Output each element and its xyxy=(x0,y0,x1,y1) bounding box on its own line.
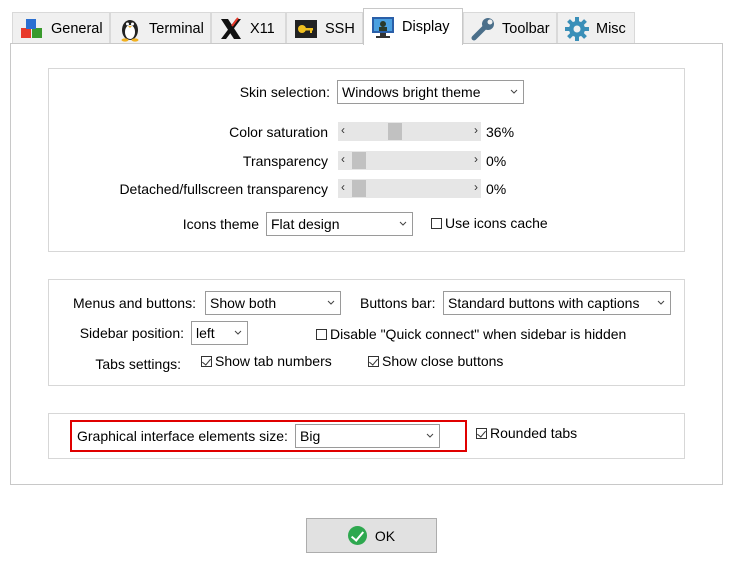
chevron-left-icon[interactable]: ‹ xyxy=(341,123,345,137)
slider-thumb[interactable] xyxy=(388,123,403,140)
color-saturation-slider[interactable]: ‹ › xyxy=(338,122,481,141)
ssh-key-icon xyxy=(295,19,317,38)
terminal-penguin-icon xyxy=(121,19,139,42)
chevron-down-icon xyxy=(510,89,518,94)
show-tab-numbers-label: Show tab numbers xyxy=(215,353,332,369)
buttons-bar-value: Standard buttons with captions xyxy=(448,295,640,311)
chevron-left-icon[interactable]: ‹ xyxy=(341,152,345,166)
ok-button-label: OK xyxy=(374,527,396,544)
tab-display[interactable]: Display xyxy=(363,8,463,45)
tab-label: Misc xyxy=(596,20,626,37)
checkbox-box[interactable] xyxy=(476,427,487,439)
rounded-tabs-label: Rounded tabs xyxy=(490,425,578,441)
tab-misc[interactable]: Misc xyxy=(557,12,635,44)
checkbox-box[interactable] xyxy=(316,328,327,340)
transparency-slider[interactable]: ‹ › xyxy=(338,151,481,170)
chevron-right-icon[interactable]: › xyxy=(474,180,478,194)
x11-icon xyxy=(221,16,241,39)
display-monitor-icon xyxy=(372,17,394,38)
detached-transparency-label: Detached/fullscreen transparency xyxy=(119,181,328,197)
tab-label: SSH xyxy=(325,20,355,37)
detached-transparency-value: 0% xyxy=(486,181,507,197)
sidebar-position-dropdown[interactable]: left xyxy=(191,321,248,345)
checkbox-box[interactable] xyxy=(201,355,212,367)
misc-gear-icon xyxy=(565,16,589,41)
ok-button[interactable]: OK xyxy=(306,518,437,553)
toolbar-wrench-icon xyxy=(471,17,494,40)
chevron-down-icon xyxy=(234,330,242,335)
checkbox-box[interactable] xyxy=(431,217,442,229)
color-saturation-label: Color saturation xyxy=(229,124,328,140)
chevron-left-icon[interactable]: ‹ xyxy=(341,180,345,194)
use-icons-cache-label: Use icons cache xyxy=(445,215,548,231)
highlight-box xyxy=(70,420,467,452)
menus-buttons-value: Show both xyxy=(210,295,277,311)
tabs-settings-label: Tabs settings: xyxy=(95,356,181,372)
slider-thumb[interactable] xyxy=(352,180,366,197)
tab-label: Toolbar xyxy=(502,20,550,37)
tab-x11[interactable]: X11 xyxy=(211,12,286,44)
tab-general[interactable]: General xyxy=(12,12,110,44)
buttons-bar-label: Buttons bar: xyxy=(360,295,436,311)
tab-label: Terminal xyxy=(149,20,204,37)
sidebar-position-label: Sidebar position: xyxy=(79,325,184,341)
icons-theme-value: Flat design xyxy=(271,216,340,232)
disable-quick-connect-label: Disable "Quick connect" when sidebar is … xyxy=(330,326,627,342)
buttons-bar-dropdown[interactable]: Standard buttons with captions xyxy=(443,291,671,315)
sidebar-position-value: left xyxy=(196,325,215,341)
show-close-buttons-checkbox[interactable]: Show close buttons xyxy=(368,353,503,369)
chevron-down-icon xyxy=(657,300,665,305)
show-tab-numbers-checkbox[interactable]: Show tab numbers xyxy=(201,353,332,369)
chevron-down-icon xyxy=(327,300,335,305)
rounded-tabs-checkbox[interactable]: Rounded tabs xyxy=(476,425,577,441)
detached-transparency-slider[interactable]: ‹ › xyxy=(338,179,481,198)
chevron-right-icon[interactable]: › xyxy=(474,152,478,166)
chevron-down-icon xyxy=(399,221,407,226)
skin-selection-dropdown[interactable]: Windows bright theme xyxy=(337,80,524,104)
icons-theme-dropdown[interactable]: Flat design xyxy=(266,212,413,236)
slider-thumb[interactable] xyxy=(352,152,366,169)
check-circle-icon xyxy=(347,526,367,545)
tab-toolbar[interactable]: Toolbar xyxy=(463,12,557,44)
color-saturation-value: 36% xyxy=(486,124,515,140)
tab-label: X11 xyxy=(250,20,275,37)
disable-quick-connect-checkbox[interactable]: Disable "Quick connect" when sidebar is … xyxy=(316,326,626,342)
tab-label: General xyxy=(51,20,103,37)
tab-label: Display xyxy=(402,19,450,35)
show-close-buttons-label: Show close buttons xyxy=(382,353,504,369)
chevron-right-icon[interactable]: › xyxy=(474,123,478,137)
tab-ssh[interactable]: SSH xyxy=(286,12,363,44)
menus-buttons-label: Menus and buttons: xyxy=(73,295,196,311)
skin-selection-value: Windows bright theme xyxy=(342,84,481,100)
use-icons-cache-checkbox[interactable]: Use icons cache xyxy=(431,215,548,231)
menus-buttons-dropdown[interactable]: Show both xyxy=(205,291,341,315)
icons-theme-label: Icons theme xyxy=(182,216,259,232)
transparency-label: Transparency xyxy=(242,153,328,169)
skin-selection-label: Skin selection: xyxy=(239,84,330,100)
general-cubes-icon xyxy=(21,18,42,38)
transparency-value: 0% xyxy=(486,153,507,169)
checkbox-box[interactable] xyxy=(368,355,379,367)
tab-terminal[interactable]: Terminal xyxy=(110,12,211,44)
